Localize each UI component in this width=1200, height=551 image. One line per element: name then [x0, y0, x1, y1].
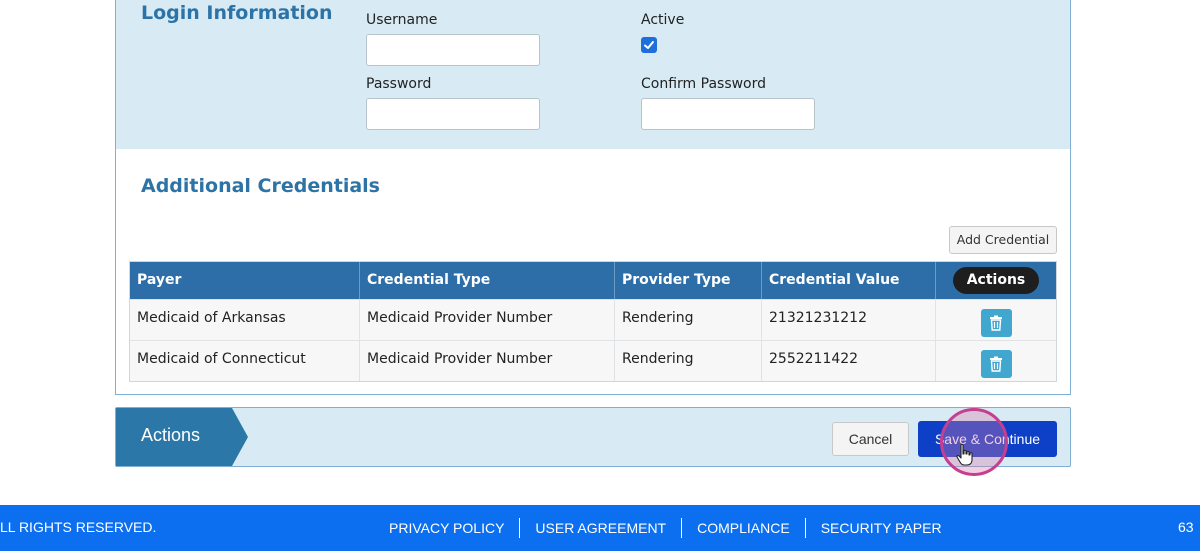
check-icon: [644, 41, 654, 49]
trash-icon: [990, 356, 1002, 372]
confirm-password-input[interactable]: [641, 98, 815, 130]
cell-credential-value: 2552211422: [762, 341, 936, 381]
hand-pointer-icon: [956, 443, 973, 466]
footer-right-text: 63: [1178, 519, 1194, 535]
footer-copyright: LL RIGHTS RESERVED.: [0, 519, 157, 535]
footer-divider: [681, 518, 683, 538]
delete-credential-button[interactable]: [980, 308, 1012, 337]
table-row: Medicaid of Arkansas Medicaid Provider N…: [130, 299, 1056, 340]
privacy-policy-link[interactable]: PRIVACY POLICY: [389, 520, 504, 536]
username-label: Username: [366, 12, 438, 28]
column-header-credential-type[interactable]: Credential Type: [360, 262, 615, 299]
additional-credentials-title: Additional Credentials: [141, 175, 380, 197]
cell-actions: [936, 341, 1056, 381]
cell-provider-type: Rendering: [615, 300, 762, 340]
password-input[interactable]: [366, 98, 540, 130]
security-paper-link[interactable]: SECURITY PAPER: [821, 520, 942, 536]
table-header: Payer Credential Type Provider Type Cred…: [130, 262, 1056, 299]
credentials-table: Payer Credential Type Provider Type Cred…: [129, 261, 1057, 382]
cell-credential-type: Medicaid Provider Number: [360, 341, 615, 381]
cell-provider-type: Rendering: [615, 341, 762, 381]
actions-tab-label: Actions: [141, 425, 201, 445]
login-information-section: Login Information Username Active Passwo…: [116, 0, 1070, 149]
trash-icon: [990, 315, 1002, 331]
column-header-credential-value[interactable]: Credential Value: [762, 262, 936, 299]
footer-divider: [804, 518, 806, 538]
column-header-provider-type[interactable]: Provider Type: [615, 262, 762, 299]
footer-links: PRIVACY POLICY USER AGREEMENT COMPLIANCE…: [389, 518, 942, 538]
actions-pill: Actions: [952, 267, 1040, 294]
actions-bar: Actions Cancel Save & Continue: [115, 407, 1071, 467]
cell-payer: Medicaid of Connecticut: [130, 341, 360, 381]
active-checkbox[interactable]: [641, 37, 657, 53]
delete-credential-button[interactable]: [980, 349, 1012, 378]
cell-credential-type: Medicaid Provider Number: [360, 300, 615, 340]
cell-payer: Medicaid of Arkansas: [130, 300, 360, 340]
table-row: Medicaid of Connecticut Medicaid Provide…: [130, 340, 1056, 381]
login-information-title: Login Information: [141, 2, 333, 24]
provider-form-panel: Login Information Username Active Passwo…: [115, 0, 1071, 395]
cell-actions: [936, 300, 1056, 340]
active-label: Active: [641, 12, 685, 28]
add-credential-button[interactable]: Add Credential: [949, 226, 1057, 254]
compliance-link[interactable]: COMPLIANCE: [697, 520, 790, 536]
user-agreement-link[interactable]: USER AGREEMENT: [535, 520, 666, 536]
column-header-actions: Actions: [936, 262, 1056, 299]
username-input[interactable]: [366, 34, 540, 66]
cancel-button[interactable]: Cancel: [832, 422, 909, 456]
confirm-password-label: Confirm Password: [641, 76, 767, 92]
footer: LL RIGHTS RESERVED. PRIVACY POLICY USER …: [0, 505, 1200, 551]
password-label: Password: [366, 76, 432, 92]
footer-divider: [519, 518, 521, 538]
cell-credential-value: 21321231212: [762, 300, 936, 340]
column-header-payer[interactable]: Payer: [130, 262, 360, 299]
page: Login Information Username Active Passwo…: [0, 0, 1200, 551]
